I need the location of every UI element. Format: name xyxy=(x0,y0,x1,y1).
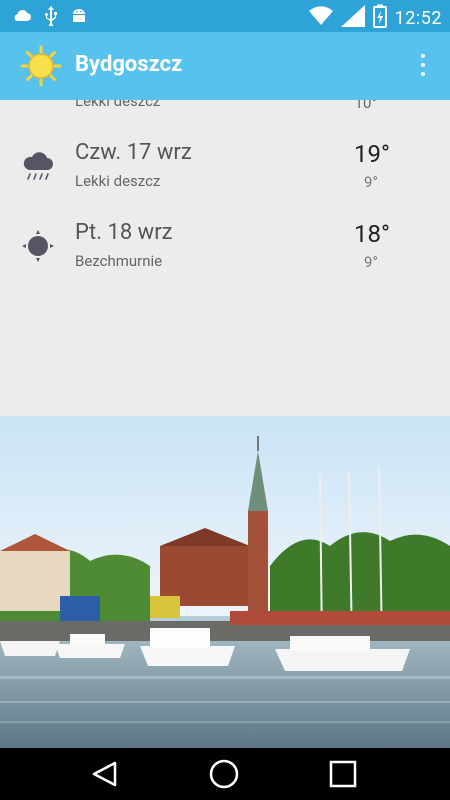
forecast-row[interactable]: Czw. 17 wrz Lekki deszcz 19° 9° xyxy=(0,140,450,220)
battery-charging-icon xyxy=(372,4,387,32)
overflow-menu-icon[interactable] xyxy=(420,54,426,76)
forecast-list[interactable]: Lekki deszcz 10° Czw. 17 wrz Lekki deszc… xyxy=(0,100,450,416)
forecast-low-temp: 9° xyxy=(363,253,378,271)
clear-sky-icon xyxy=(20,228,56,264)
forecast-row[interactable]: Pt. 18 wrz Bezchmurnie 18° 9° xyxy=(0,220,450,300)
forecast-description: Bezchmurnie xyxy=(75,252,163,270)
forecast-low-temp: 9° xyxy=(363,173,378,191)
forecast-low-temp: 10° xyxy=(354,100,377,112)
usb-icon xyxy=(44,6,58,30)
city-harbor-photo xyxy=(0,416,450,748)
photo-illustration xyxy=(0,416,450,748)
forecast-high-temp: 19° xyxy=(354,140,390,168)
forecast-day: Pt. 18 wrz xyxy=(75,220,173,245)
status-bar: 12:52 xyxy=(0,0,450,32)
forecast-description: Lekki deszcz xyxy=(75,100,161,110)
status-time: 12:52 xyxy=(394,7,442,29)
page-title: Bydgoszcz xyxy=(75,52,183,77)
light-rain-icon xyxy=(20,148,56,184)
forecast-day: Czw. 17 wrz xyxy=(75,140,192,165)
android-icon xyxy=(70,7,88,29)
app-bar: Bydgoszcz xyxy=(0,32,450,100)
signal-icon xyxy=(340,5,365,31)
back-icon[interactable] xyxy=(90,760,120,792)
home-icon[interactable] xyxy=(208,758,240,794)
status-right-icons: 12:52 xyxy=(308,4,442,32)
recents-icon[interactable] xyxy=(328,760,358,792)
wifi-icon xyxy=(308,6,333,30)
status-left-icons xyxy=(12,6,88,30)
navigation-bar xyxy=(0,748,450,800)
forecast-high-temp: 18° xyxy=(354,220,390,248)
sun-icon xyxy=(20,45,62,91)
forecast-description: Lekki deszcz xyxy=(75,172,161,190)
cloud-icon xyxy=(12,8,32,28)
